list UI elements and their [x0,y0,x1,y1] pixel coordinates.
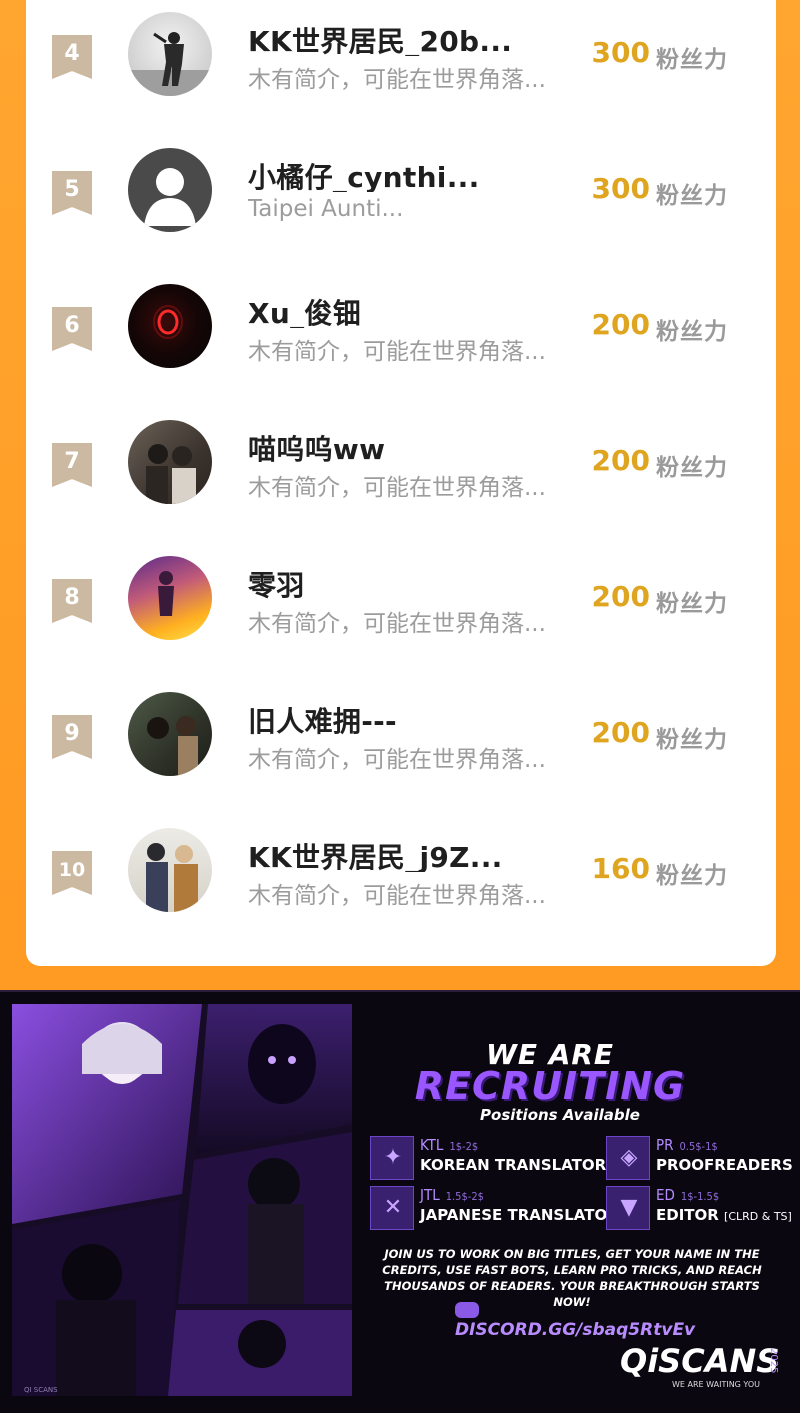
fan-ranking-card: 4 KK世界居民_20b... 木有简介，可能在世界角落... 300 粉丝力 … [26,0,776,966]
rank-badge: 8 [52,579,92,623]
fans-label: 粉丝力 [656,727,728,753]
user-bio: 木有简介，可能在世界角落... [248,475,546,498]
discord-link[interactable]: DISCORD.GG/sbaq5RtvEv [455,1300,725,1340]
position-japanese-translators[interactable]: ✕ JTL 1.5$-2$ JAPANESE TRANSLATORS [370,1186,630,1232]
banner-subtitle: Positions Available [480,1106,640,1124]
user-bio: Taipei Aunti... [248,196,404,222]
user-bio: 木有简介，可能在世界角落... [248,611,546,634]
proofreader-icon: ◈ [606,1136,650,1180]
position-extra: [CLRD & TS] [724,1210,792,1223]
avatar[interactable] [128,420,212,504]
rank-badge: 6 [52,307,92,351]
fans-label: 粉丝力 [656,47,728,73]
fans-count: 300 [591,172,650,205]
ranking-row[interactable]: 5 小橘仔_cynthi... Taipei Aunti... 300 粉丝力 [26,136,776,272]
user-name[interactable]: Xu_俊钿 [248,292,578,328]
fans-count: 200 [591,308,650,341]
fans-count: 160 [591,852,650,885]
korean-translator-icon: ✦ [370,1136,414,1180]
avatar-image [158,571,174,616]
user-name[interactable]: 喵呜呜ww [248,428,578,464]
position-rate: 1.5$-2$ [445,1190,484,1203]
fans-label: 粉丝力 [656,183,728,209]
user-name[interactable]: 旧人难拥--- [248,700,578,736]
rank-badge: 5 [52,171,92,215]
avatar[interactable] [128,692,212,776]
fans-count: 200 [591,716,650,749]
position-name: KOREAN TRANSLATORS [420,1156,617,1174]
ranking-row[interactable]: 6 Xu_俊钿 木有简介，可能在世界角落... 200 粉丝力 [26,272,776,408]
user-bio: 木有简介，可能在世界角落... [248,883,546,906]
position-rate: 1$-1.5$ [680,1190,720,1203]
ranking-row[interactable]: 8 零羽 木有简介，可能在世界角落... 200 粉丝力 [26,544,776,680]
rank-badge: 4 [52,35,92,79]
avatar[interactable] [128,556,212,640]
position-proofreaders[interactable]: ◈ PR 0.5$-1$ PROOFREADERS [606,1136,796,1182]
ranking-row[interactable]: 4 KK世界居民_20b... 木有简介，可能在世界角落... 300 粉丝力 [26,0,776,136]
fans-count: 200 [591,580,650,613]
fans-label: 粉丝力 [656,591,728,617]
qiscans-logo: QiSCANS [620,1342,780,1380]
discord-link-text: DISCORD.GG/sbaq5RtvEv [455,1320,696,1340]
recruiting-banner[interactable]: WE ARE RECRUITING Positions Available ✦ … [0,990,800,1413]
position-name: PROOFREADERS [656,1156,793,1174]
avatar-image [153,305,183,339]
user-bio: 木有简介，可能在世界角落... [248,339,546,362]
avatar-image [146,444,196,504]
fans-label: 粉丝力 [656,455,728,481]
brand-year: 2025 [768,1348,779,1374]
position-name: JAPANESE TRANSLATORS [420,1206,630,1224]
ranking-row[interactable]: 7 喵呜呜ww 木有简介，可能在世界角落... 200 粉丝力 [26,408,776,544]
fans-count: 200 [591,444,650,477]
fan-ranking-background: 4 KK世界居民_20b... 木有简介，可能在世界角落... 300 粉丝力 … [0,0,800,990]
position-editor[interactable]: ▼ ED 1$-1.5$ EDITOR [CLRD & TS] [606,1186,796,1232]
default-avatar-icon [144,168,196,226]
avatar[interactable] [128,148,212,232]
position-korean-translators[interactable]: ✦ KTL 1$-2$ KOREAN TRANSLATORS [370,1136,617,1182]
discord-icon [455,1302,479,1318]
fans-label: 粉丝力 [656,863,728,889]
artwork-credit: QI SCANS [24,1386,58,1394]
avatar-image [146,843,198,912]
user-name[interactable]: KK世界居民_20b... [248,20,578,56]
rank-badge: 7 [52,443,92,487]
japanese-translator-icon: ✕ [370,1186,414,1230]
avatar[interactable] [128,284,212,368]
user-name[interactable]: 零羽 [248,564,578,600]
position-abbr: PR 0.5$-1$ [656,1136,718,1154]
user-bio: 木有简介，可能在世界角落... [248,67,546,90]
user-bio: 木有简介，可能在世界角落... [248,747,546,770]
position-name: EDITOR [CLRD & TS] [656,1206,792,1224]
position-abbr: JTL 1.5$-2$ [420,1186,484,1204]
ranking-row[interactable]: 9 旧人难拥--- 木有简介，可能在世界角落... 200 粉丝力 [26,680,776,816]
fans-count: 300 [591,36,650,69]
banner-title-recruiting: RECRUITING [414,1064,686,1108]
avatar[interactable] [128,12,212,96]
fans-label: 粉丝力 [656,319,728,345]
ranking-row[interactable]: 10 KK世界居民_j9Z... 木有简介，可能在世界角落... 160 粉丝力 [26,816,776,952]
position-abbr: ED 1$-1.5$ [656,1186,720,1204]
user-name[interactable]: 小橘仔_cynthi... [248,156,578,192]
avatar-image [147,716,198,776]
brand-tagline: WE ARE WAITING YOU [672,1380,761,1389]
editor-icon: ▼ [606,1186,650,1230]
position-abbr: KTL 1$-2$ [420,1136,479,1154]
position-rate: 0.5$-1$ [679,1140,718,1153]
banner-artwork [12,1004,352,1396]
avatar[interactable] [128,828,212,912]
rank-badge: 10 [52,851,92,895]
rank-badge: 9 [52,715,92,759]
manga-collage-image [12,1004,352,1396]
avatar-image [128,32,212,96]
user-name[interactable]: KK世界居民_j9Z... [248,836,578,872]
position-rate: 1$-2$ [449,1140,479,1153]
